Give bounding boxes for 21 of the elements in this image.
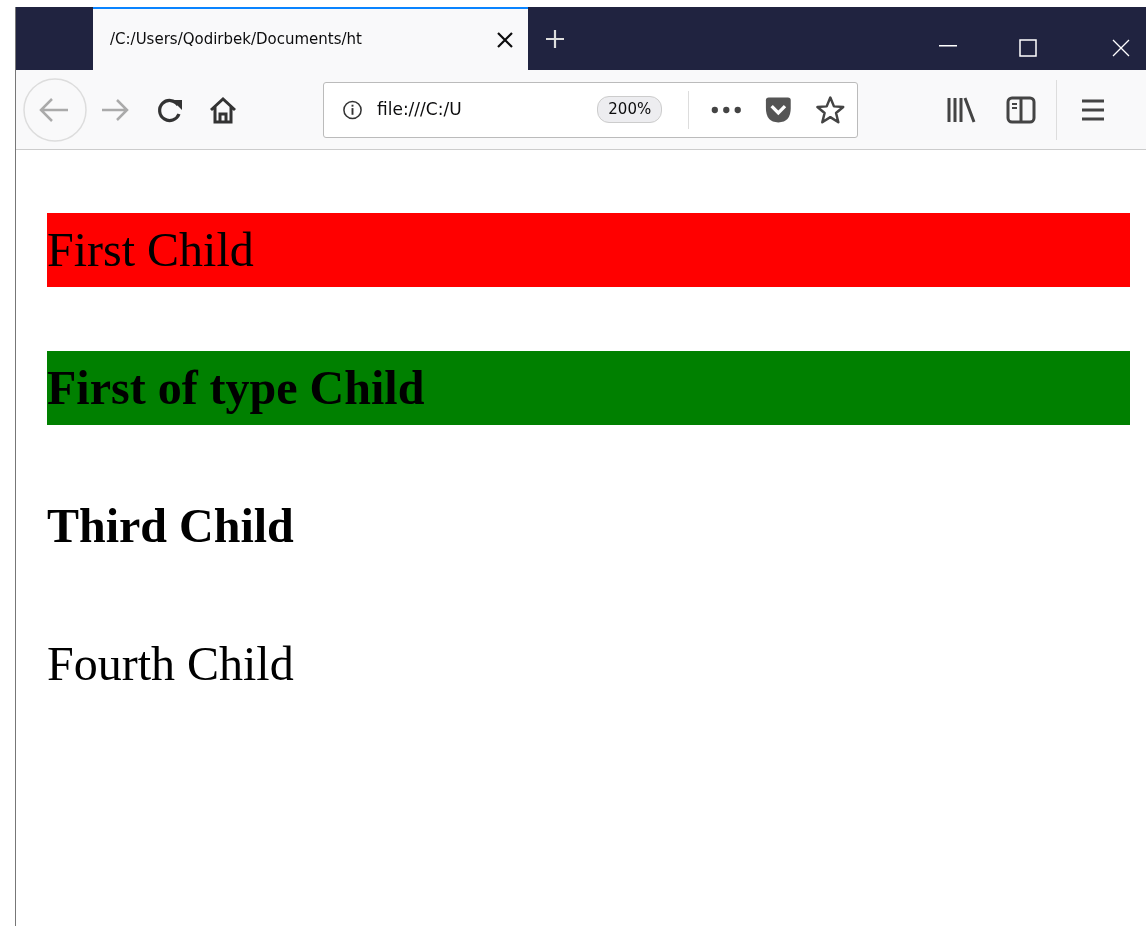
library-icon[interactable] [946,95,976,124]
pocket-icon[interactable] [763,95,793,124]
close-icon[interactable] [496,30,514,49]
paragraph-text: Third Child [47,498,295,554]
star-icon[interactable] [816,94,845,125]
sidebar-icon[interactable] [1006,95,1036,124]
paragraph-text: First of type Child [47,351,1130,425]
info-icon[interactable] [342,98,363,121]
address-bar[interactable]: file:///C:/U 200% [323,81,858,138]
minimize-icon[interactable] [939,45,957,47]
url-text: file:///C:/U [377,97,463,121]
new-tab-icon[interactable] [545,29,565,49]
tab-title: /C:/Users/Qodirbek/Documents/ht [110,29,363,51]
paragraph-text: Fourth Child [47,636,295,692]
zoom-button[interactable]: 200% [597,96,663,123]
paragraph-text: First Child [47,213,1130,287]
browser-tab[interactable]: /C:/Users/Qodirbek/Documents/ht [93,7,528,70]
home-icon[interactable] [208,94,238,125]
maximize-icon[interactable] [1019,39,1037,57]
menu-icon[interactable] [1081,97,1105,122]
more-icon[interactable] [711,105,742,114]
